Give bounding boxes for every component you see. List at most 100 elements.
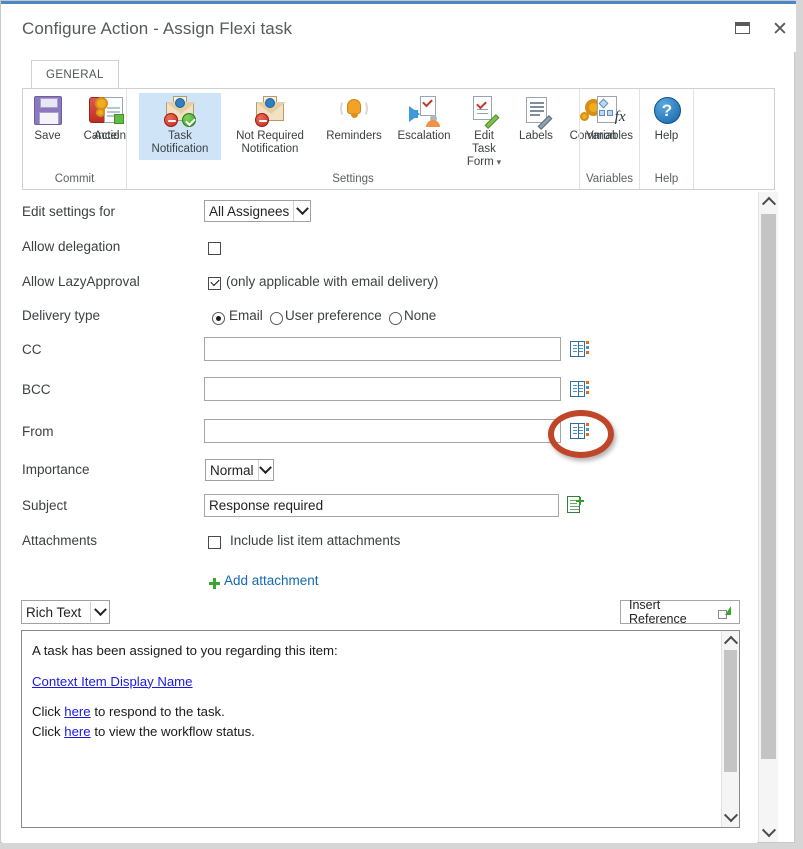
editor-scroll-thumb[interactable] — [724, 650, 737, 772]
cc-input[interactable] — [204, 337, 561, 361]
delivery-type-option-user-preference: User preference — [285, 308, 382, 323]
allow-delegation-label: Allow delegation — [22, 239, 121, 254]
body-line-4-pre: Click — [32, 723, 65, 739]
bell-icon — [338, 95, 370, 127]
delivery-type-radio-none[interactable] — [389, 312, 402, 325]
body-line-4: Click here to view the workflow status. — [32, 722, 709, 742]
envelope-task-icon — [164, 95, 196, 127]
respond-here-link[interactable]: here — [64, 704, 90, 719]
variables-button[interactable]: fx Variables — [582, 93, 637, 143]
labels-label: Labels — [519, 130, 553, 142]
edit-task-form-button[interactable]: Edit Task Form ▾ — [459, 93, 509, 169]
allow-lazyapproval-checkbox[interactable] — [208, 277, 221, 290]
pane-scroll-down-button[interactable] — [759, 823, 778, 842]
include-list-item-attachments-checkbox[interactable] — [208, 536, 221, 549]
bcc-picker-icon[interactable] — [570, 381, 589, 397]
editor-scrollbar[interactable] — [721, 631, 739, 827]
pane-scrollbar[interactable] — [758, 192, 778, 842]
body-spacer-2 — [32, 691, 709, 702]
editor-scroll-down-button[interactable] — [722, 808, 739, 827]
escalation-label: Escalation — [397, 130, 451, 142]
allow-delegation-checkbox[interactable] — [208, 242, 221, 255]
floppy-disk-icon — [32, 95, 64, 127]
edit-task-form-label: Edit Task Form ▾ — [463, 130, 505, 169]
pane-scroll-up-button[interactable] — [759, 192, 778, 211]
ribbon-body: Save ✕ Cancel Commit — [22, 88, 775, 190]
context-item-display-name-link[interactable]: Context Item Display Name — [32, 674, 193, 689]
format-select[interactable]: Rich Text — [21, 600, 110, 624]
body-line-3-post: to respond to the task. — [90, 704, 225, 719]
group-label-help: Help — [654, 173, 679, 185]
edit-settings-for-select[interactable]: All Assignees — [204, 200, 311, 222]
attachments-label: Attachments — [22, 533, 98, 548]
envelope-denied-icon — [254, 95, 286, 127]
gears-document-icon — [94, 95, 126, 127]
settings-pane: Edit settings for All Assignees Allow de… — [2, 191, 757, 843]
edit-settings-for-value: All Assignees — [209, 203, 290, 219]
tab-general[interactable]: GENERAL — [31, 60, 119, 89]
insert-reference-label: Insert Reference — [629, 598, 687, 626]
status-here-link[interactable]: here — [64, 724, 90, 739]
subject-reference-icon[interactable] — [567, 496, 584, 514]
bcc-input[interactable] — [204, 377, 561, 401]
chevron-up-icon — [761, 196, 776, 211]
not-required-notification-label: Not Required Notification — [236, 130, 304, 155]
action-label: Action — [94, 130, 126, 142]
body-context-item-link[interactable]: Context Item Display Name — [32, 672, 709, 692]
pane-scroll-thumb[interactable] — [761, 214, 776, 759]
help-button[interactable]: ? Help — [640, 93, 694, 143]
restore-icon — [735, 22, 750, 34]
editor-scroll-up-button[interactable] — [722, 631, 739, 650]
chevron-down-icon[interactable] — [293, 201, 310, 221]
task-notification-button[interactable]: Task Notification — [139, 93, 221, 160]
screenshot-root: Configure Action - Assign Flexi task ✕ G… — [0, 0, 803, 849]
insert-reference-button[interactable]: Insert Reference — [620, 598, 740, 626]
allow-lazyapproval-label: Allow LazyApproval — [22, 274, 140, 289]
cc-label: CC — [22, 342, 42, 357]
from-input[interactable] — [204, 419, 561, 443]
delivery-type-option-email: Email — [229, 308, 263, 323]
not-required-notification-button[interactable]: Not Required Notification — [223, 93, 317, 156]
subject-input[interactable] — [204, 494, 559, 517]
delivery-type-radio-user-preference[interactable] — [270, 312, 283, 325]
bcc-label: BCC — [22, 382, 51, 397]
reminders-button[interactable]: Reminders — [319, 93, 389, 143]
chevron-down-icon[interactable] — [257, 460, 273, 480]
importance-label: Importance — [22, 462, 90, 477]
chevron-down-icon[interactable] — [90, 602, 109, 622]
escalation-button[interactable]: Escalation — [391, 93, 457, 143]
chevron-down-icon — [761, 823, 776, 838]
body-line-3-pre: Click — [32, 704, 65, 719]
configure-action-window: Configure Action - Assign Flexi task ✕ G… — [0, 0, 796, 843]
help-label: Help — [654, 130, 679, 142]
close-button[interactable]: ✕ — [767, 18, 793, 42]
add-attachment-link[interactable]: Add attachment — [224, 573, 319, 588]
restore-button[interactable] — [730, 18, 756, 42]
ribbon-tabstrip: GENERAL — [22, 60, 775, 89]
group-label-settings: Settings — [332, 173, 374, 185]
ribbon-group-help: ? Help Help — [639, 89, 693, 189]
save-label: Save — [34, 130, 61, 142]
lines-pencil-icon — [520, 95, 553, 130]
body-line-3: Click here to respond to the task. — [32, 702, 709, 722]
action-button[interactable]: Action — [83, 93, 137, 143]
allow-lazyapproval-note: (only applicable with email delivery) — [226, 274, 439, 289]
ribbon: GENERAL Save ✕ Cancel Commit — [22, 60, 775, 190]
body-line-1: A task has been assigned to you regardin… — [32, 643, 338, 658]
save-button[interactable]: Save — [21, 93, 75, 143]
importance-value: Normal — [210, 462, 254, 478]
email-body-editor[interactable]: A task has been assigned to you regardin… — [21, 630, 740, 828]
ribbon-group-settings: Action Task Notification Not Required No… — [94, 89, 616, 189]
chevron-down-icon[interactable]: ▾ — [497, 157, 502, 167]
variables-label: Variables — [585, 130, 634, 142]
escalation-arrow-icon — [408, 95, 440, 127]
body-line-4-post: to view the workflow status. — [90, 723, 255, 739]
cc-picker-icon[interactable] — [570, 341, 589, 357]
include-list-item-attachments-label: Include list item attachments — [230, 533, 401, 548]
labels-button[interactable]: Labels — [511, 93, 561, 143]
close-icon: ✕ — [772, 19, 788, 40]
ribbon-empty-area — [693, 89, 775, 189]
delivery-type-radio-email[interactable] — [212, 312, 225, 325]
importance-select[interactable]: Normal — [205, 459, 274, 481]
